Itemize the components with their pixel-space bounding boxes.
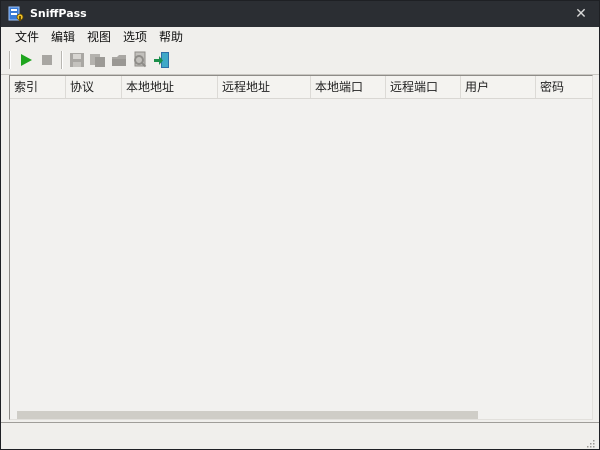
status-bar (1, 422, 599, 449)
toolbar-separator (9, 51, 11, 69)
capture-list-view[interactable]: 索引 协议 本地地址 远程地址 本地端口 远程端口 用户 密码 (9, 75, 593, 420)
column-header-password[interactable]: 密码 (536, 76, 592, 98)
window-title: SniffPass (30, 7, 87, 20)
play-icon (21, 54, 32, 66)
menu-options[interactable]: 选项 (123, 29, 147, 45)
menu-edit[interactable]: 编辑 (51, 29, 75, 45)
menu-file[interactable]: 文件 (15, 29, 39, 45)
column-header-local-port[interactable]: 本地端口 (311, 76, 386, 98)
stop-icon (42, 55, 52, 65)
list-header: 索引 协议 本地地址 远程地址 本地端口 远程端口 用户 密码 (10, 76, 592, 99)
horizontal-scrollbar[interactable] (10, 411, 592, 419)
sniffpass-app-icon (8, 6, 24, 22)
copy-icon (90, 54, 105, 67)
title-bar[interactable]: SniffPass ✕ (1, 1, 599, 27)
column-header-index[interactable]: 索引 (10, 76, 66, 98)
save-icon (70, 53, 84, 67)
status-text (7, 425, 593, 445)
properties-icon (134, 51, 147, 68)
properties-button[interactable] (131, 51, 149, 69)
menu-bar: 文件 编辑 视图 选项 帮助 (1, 27, 599, 47)
close-button[interactable]: ✕ (571, 4, 591, 24)
scrollbar-thumb[interactable] (17, 411, 478, 419)
app-window: SniffPass ✕ 文件 编辑 视图 选项 帮助 索引 协议 本地地址 远程… (0, 0, 600, 450)
column-header-remote-address[interactable]: 远程地址 (218, 76, 311, 98)
column-header-user[interactable]: 用户 (461, 76, 536, 98)
column-header-protocol[interactable]: 协议 (66, 76, 122, 98)
close-icon: ✕ (575, 6, 587, 22)
toolbar-separator (61, 51, 63, 69)
menu-help[interactable]: 帮助 (159, 29, 183, 45)
menu-view[interactable]: 视图 (87, 29, 111, 45)
save-button[interactable] (68, 51, 86, 69)
copy-button[interactable] (89, 51, 107, 69)
column-header-local-address[interactable]: 本地地址 (122, 76, 218, 98)
toolbar (1, 47, 599, 75)
start-capture-button[interactable] (17, 51, 35, 69)
stop-capture-button[interactable] (38, 51, 56, 69)
exit-button[interactable] (153, 51, 171, 69)
exit-icon (154, 52, 169, 68)
column-header-remote-port[interactable]: 远程端口 (386, 76, 461, 98)
open-folder-button[interactable] (110, 51, 128, 69)
folder-icon (112, 55, 126, 66)
resize-grip-icon[interactable] (585, 438, 595, 448)
